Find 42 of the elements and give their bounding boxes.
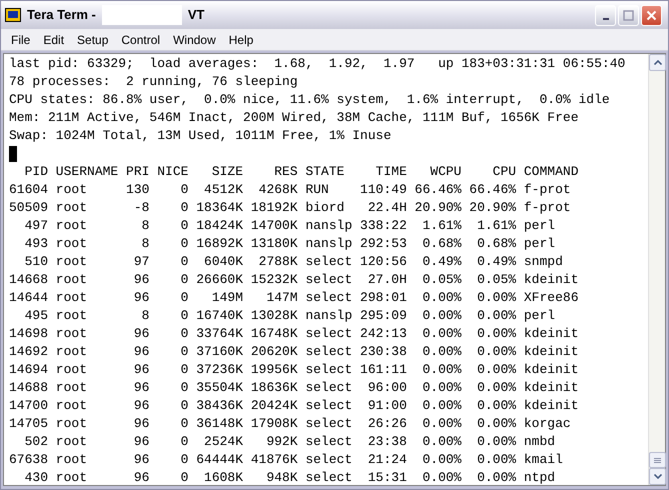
terminal-line: 14668 root 96 0 26660K 15232K select 27.0H 0.05% 0.05% kdeinit	[9, 271, 578, 289]
terminal-line: 497 root 8 0 18424K 14700K nanslp 338:22 1.61% 1.61% perl	[24, 217, 556, 235]
terminal-line: 14694 root 96 0 37236K 19956K select 161:11 0.00% 0.00% kdeinit	[9, 361, 578, 379]
maximize-icon	[623, 10, 634, 20]
terminal-line: 14698 root 96 0 33764K 16748K select 242:13 0.00% 0.00% kdeinit	[9, 325, 578, 343]
close-button[interactable]	[641, 4, 662, 26]
terminal-line: 14688 root 96 0 35504K 18636K select 96:00 0.00% 0.00% kdeinit	[9, 379, 578, 397]
terminal-line: 50509 root -8 0 18364K 18192K biord 22.4H 20.90% 20.90% f-prot	[9, 199, 571, 217]
terminal-line: 430 root 96 0 1608K 948K select 15:31 0.00% 0.00% ntpd	[24, 469, 556, 485]
scroll-up-button[interactable]	[649, 54, 666, 71]
menu-item[interactable]: File	[5, 30, 36, 48]
scroll-down-button[interactable]	[649, 468, 666, 485]
close-icon	[646, 10, 657, 20]
terminal-line: 493 root 8 0 16892K 13180K nanslp 292:53 0.68% 0.68% perl	[24, 235, 556, 253]
menu-item[interactable]: Window	[167, 30, 222, 48]
terminal-line: PID USERNAME PRI NICE SIZE RES STATE TIME WCPU CPU COMMAND	[24, 163, 578, 181]
terminal-line: 510 root 97 0 6040K 2788K select 120:56 0.49% 0.49% snmpd	[24, 253, 563, 271]
terminal-line: Swap: 1024M Total, 13M Used, 1011M Free, 1% Inuse	[9, 127, 392, 145]
terminal-line: 502 root 96 0 2524K 992K select 23:38 0.00% 0.00% nmbd	[24, 433, 556, 451]
terminal-line: 67638 root 96 0 64444K 41876K select 21:24 0.00% 0.00% kmail	[9, 451, 563, 469]
minimize-icon	[602, 18, 608, 20]
terminal-line: 495 root 8 0 16740K 13028K nanslp 295:09 0.00% 0.00% perl	[24, 307, 556, 325]
window-title-suffix: VT	[188, 6, 204, 24]
menu-item[interactable]: Control	[115, 30, 166, 48]
menu-item[interactable]: Setup	[71, 30, 114, 48]
terminal-line: 14700 root 96 0 38436K 20424K select 91:00 0.00% 0.00% kdeinit	[9, 397, 578, 415]
scroll-thumb[interactable]	[649, 452, 666, 468]
terminal-line: 78 processes: 2 running, 76 sleeping	[9, 73, 298, 91]
terminal-line: 14705 root 96 0 36148K 17908K select 26:26 0.00% 0.00% korgac	[9, 415, 571, 433]
terminal-line: CPU states: 86.8% user, 0.0% nice, 11.6% system, 1.6% interrupt, 0.0% idle	[9, 91, 610, 109]
window-title: Tera Term -	[27, 6, 96, 24]
terminal-line: 14644 root 96 0 149M 147M select 298:01 0.00% 0.00% XFree86	[9, 289, 578, 307]
menu-item[interactable]: Help	[222, 30, 260, 48]
terminal-line: Mem: 211M Active, 546M Inact, 200M Wired, 38M Cache, 111M Buf, 1656K Free	[9, 109, 578, 127]
minimize-button[interactable]	[595, 4, 616, 26]
cursor-block	[9, 146, 17, 162]
terminal-line: last pid: 63329; load averages: 1.68, 1.92, 1.97 up 183+03:31:31 06:55:40	[9, 55, 626, 73]
terminal-line: 14692 root 96 0 37160K 20620K select 230:38 0.00% 0.00% kdeinit	[9, 343, 578, 361]
scrollbar[interactable]	[648, 54, 665, 485]
terminal-icon	[5, 8, 21, 22]
menu-item[interactable]: Edit	[37, 30, 70, 48]
terminal-line: 61604 root 130 0 4512K 4268K RUN 110:49 66.46% 66.46% f-prot	[9, 181, 571, 199]
